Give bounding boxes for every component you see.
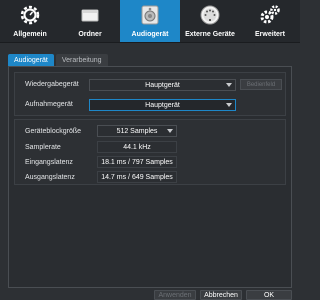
block-size-select[interactable]: 512 Samples: [97, 125, 177, 137]
tab-allgemein-label: Allgemein: [13, 31, 47, 38]
chevron-down-icon: [226, 83, 232, 87]
record-device-select[interactable]: Hauptgerät: [89, 99, 236, 111]
block-size-label: Geräteblockgröße: [25, 128, 82, 135]
control-panel-button[interactable]: Bedienfeld: [240, 79, 282, 90]
tab-allgemein[interactable]: Allgemein: [0, 0, 60, 42]
midi-port-icon: [198, 3, 222, 27]
settings-panel: Wiedergabegerät Hauptgerät Bedienfeld Au…: [8, 66, 292, 288]
tab-externe-geraete[interactable]: Externe Geräte: [180, 0, 240, 42]
playback-device-select[interactable]: Hauptgerät: [89, 79, 236, 91]
sample-rate-value: 44.1 kHz: [97, 141, 177, 153]
input-latency-label: Eingangslatenz: [25, 159, 73, 166]
tab-erweitert[interactable]: Erweitert: [240, 0, 300, 42]
playback-device-label: Wiedergabegerät: [25, 81, 79, 88]
output-latency-label: Ausgangslatenz: [25, 174, 75, 181]
cancel-button[interactable]: Abbrechen: [200, 290, 242, 300]
gear-icon: [18, 3, 42, 27]
tab-externe-geraete-label: Externe Geräte: [185, 31, 235, 38]
tab-erweitert-label: Erweitert: [255, 31, 285, 38]
chevron-down-icon: [226, 103, 232, 107]
block-size-value: 512 Samples: [116, 127, 158, 135]
tab-ordner-label: Ordner: [78, 31, 102, 38]
audio-settings-group: Geräteblockgröße 512 Samples Samplerate …: [14, 119, 286, 185]
ok-button[interactable]: OK: [246, 290, 292, 300]
speaker-icon: [138, 3, 162, 27]
input-latency-value: 18.1 ms / 797 Samples: [97, 156, 177, 168]
drive-icon: [78, 3, 102, 27]
preferences-toolbar: Allgemein Ordner Audiogerät Externe Gerä…: [0, 0, 300, 43]
playback-device-value: Hauptgerät: [145, 81, 180, 89]
record-device-label: Aufnahmegerät: [25, 101, 73, 108]
output-latency-value: 14.7 ms / 649 Samples: [97, 171, 177, 183]
gears-icon: [258, 3, 282, 27]
tab-audiogeraet[interactable]: Audiogerät: [120, 0, 180, 42]
tab-audiogeraet-label: Audiogerät: [131, 31, 169, 38]
device-group: Wiedergabegerät Hauptgerät Bedienfeld Au…: [14, 72, 286, 116]
apply-button[interactable]: Anwenden: [154, 290, 196, 300]
tab-ordner[interactable]: Ordner: [60, 0, 120, 42]
record-device-value: Hauptgerät: [145, 101, 180, 109]
chevron-down-icon: [167, 129, 173, 133]
sample-rate-label: Samplerate: [25, 144, 61, 151]
